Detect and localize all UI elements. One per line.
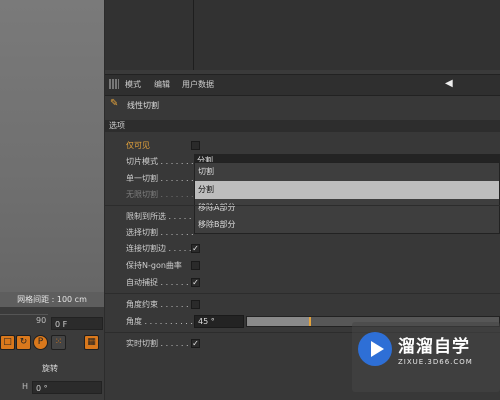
keep-ngon-checkbox[interactable] bbox=[191, 261, 200, 270]
tool-title-row: ✎ 线性切割 bbox=[105, 96, 500, 114]
angle-field[interactable]: 45 ° bbox=[194, 315, 244, 328]
rotation-h-field[interactable]: 0 ° bbox=[32, 381, 102, 394]
grid-spacing-status: 网格间距 : 100 cm bbox=[0, 292, 104, 307]
connect-cut-edges-label: 连接切割边 . . . . . bbox=[126, 244, 192, 253]
keep-ngon-row: 保持N-gon曲率 bbox=[105, 257, 500, 274]
watermark-url: ZIXUE.3D66.COM bbox=[398, 358, 473, 366]
select-cut-label: 选择切割 . . . . . . . bbox=[126, 228, 194, 237]
record-keys-icon[interactable]: □ bbox=[0, 335, 15, 350]
timeline-area: 90 0 F □ ↻ P ⁙ ▦ 旋转 H 0 ° bbox=[0, 307, 105, 400]
single-cut-label: 单一切割 . . . . . . . bbox=[126, 174, 194, 183]
infinite-cut-label: 无限切割 . . . . . . . bbox=[126, 190, 194, 199]
angle-slider-fill bbox=[247, 317, 310, 326]
realtime-cut-label: 实时切割 . . . . . . . bbox=[126, 339, 194, 348]
realtime-cut-checkbox[interactable]: ✓ bbox=[191, 339, 200, 348]
knife-icon: ✎ bbox=[110, 98, 119, 109]
tool-title: 线性切割 bbox=[127, 101, 159, 110]
divider bbox=[105, 293, 500, 294]
rotate-keys-icon[interactable]: ↻ bbox=[16, 335, 31, 350]
angle-label: 角度 . . . . . . . . . . bbox=[126, 317, 193, 326]
play-logo-icon bbox=[358, 332, 392, 366]
menu-mode[interactable]: 模式 bbox=[125, 79, 141, 90]
frame-number-label: 90 bbox=[36, 316, 47, 325]
menu-user-data[interactable]: 用户数据 bbox=[182, 79, 214, 90]
dropdown-option-split[interactable]: 分割 bbox=[195, 181, 499, 199]
watermark: 溜溜自学 ZIXUE.3D66.COM bbox=[352, 322, 500, 392]
dropdown-option-cut[interactable]: 切割 bbox=[195, 163, 499, 181]
connect-cut-edges-checkbox[interactable]: ✓ bbox=[191, 244, 200, 253]
3d-viewport[interactable] bbox=[0, 0, 105, 307]
limit-to-selection-row: 限制到所选 . . . . . bbox=[105, 208, 500, 225]
position-keys-icon[interactable]: P bbox=[33, 335, 48, 350]
timeline-ruler[interactable] bbox=[0, 314, 48, 315]
key-grid-icon[interactable]: ⁙ bbox=[51, 335, 66, 350]
menu-edit[interactable]: 编辑 bbox=[154, 79, 170, 90]
panel-grip-icon[interactable] bbox=[109, 79, 119, 89]
visible-only-label: 仅可见 bbox=[126, 141, 150, 150]
divider bbox=[105, 205, 500, 206]
angle-constraint-row: 角度约束 . . . . . . . bbox=[105, 296, 500, 313]
object-manager-panel bbox=[105, 0, 500, 70]
select-cut-row: 选择切割 . . . . . . . bbox=[105, 224, 500, 241]
angle-constraint-label: 角度约束 . . . . . . . bbox=[126, 300, 194, 309]
current-frame-field[interactable]: 0 F bbox=[51, 317, 103, 330]
visible-only-checkbox[interactable] bbox=[191, 141, 200, 150]
keep-ngon-label: 保持N-gon曲率 bbox=[126, 261, 182, 270]
angle-constraint-checkbox[interactable] bbox=[191, 300, 200, 309]
angle-slider-handle[interactable] bbox=[309, 317, 311, 326]
watermark-name: 溜溜自学 bbox=[398, 337, 470, 357]
connect-cut-edges-row: 连接切割边 . . . . . ✓ bbox=[105, 240, 500, 257]
slice-mode-label: 切片模式 . . . . . . . bbox=[126, 157, 194, 166]
options-section-header[interactable]: 选项 bbox=[105, 120, 500, 132]
visible-only-row: 仅可见 bbox=[105, 137, 500, 154]
film-strip-icon[interactable]: ▦ bbox=[84, 335, 99, 350]
back-arrow-icon[interactable]: ◀ bbox=[445, 78, 453, 89]
rotation-heading: 旋转 bbox=[42, 364, 58, 373]
attribute-menu-bar: 模式 编辑 用户数据 ◀ bbox=[105, 74, 500, 96]
auto-snap-row: 自动捕捉 . . . . . . . ✓ bbox=[105, 274, 500, 291]
panel-divider bbox=[193, 0, 194, 70]
h-axis-label: H bbox=[22, 382, 29, 391]
limit-to-selection-label: 限制到所选 . . . . . bbox=[126, 212, 192, 221]
auto-snap-label: 自动捕捉 . . . . . . . bbox=[126, 278, 194, 287]
auto-snap-checkbox[interactable]: ✓ bbox=[191, 278, 200, 287]
